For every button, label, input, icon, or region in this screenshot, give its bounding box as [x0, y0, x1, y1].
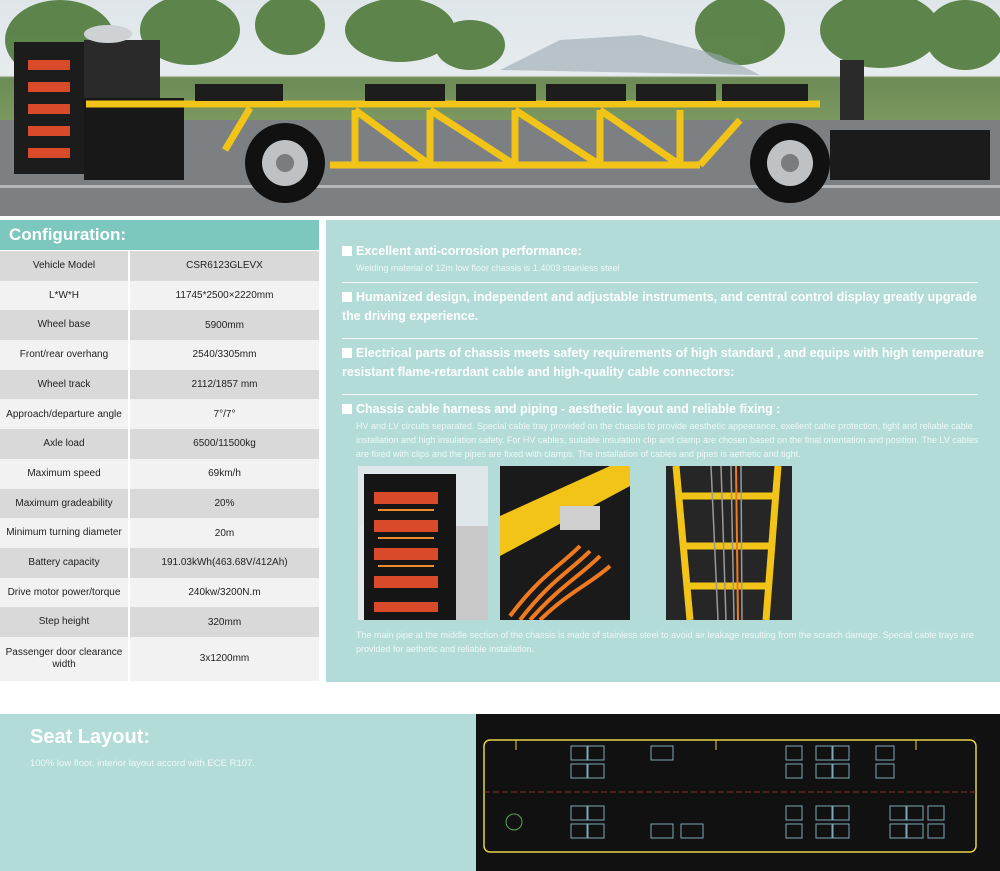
feature-title: Humanized design, independent and adjust…	[342, 290, 977, 323]
spec-label: Front/rear overhang	[0, 340, 128, 370]
seat-plan-drawing	[476, 714, 1000, 871]
page: Configuration: Vehicle Model CSR6123GLEVX…	[0, 0, 1000, 871]
feature-humanized: Humanized design, independent and adjust…	[342, 288, 984, 326]
spec-label: Approach/departure angle	[0, 399, 128, 430]
seat-layout-title: Seat Layout:	[30, 726, 151, 748]
spec-row: Minimum turning diameter 20m	[0, 518, 319, 548]
spec-label: Passenger door clearance width	[0, 636, 128, 681]
spec-label: Step height	[0, 607, 128, 637]
spec-label: Wheel base	[0, 310, 128, 341]
feature-footer-text: The main pipe at the middle section of t…	[356, 630, 974, 654]
spec-row: Battery capacity 191.03kWh(463.68V/412Ah)	[0, 547, 319, 578]
cable-connector-photo	[500, 466, 630, 620]
spec-label: Maximum gradeability	[0, 488, 128, 519]
spec-value: 240kw/3200N.m	[130, 577, 319, 608]
feature-title: Excellent anti-corrosion performance:	[356, 244, 582, 258]
feature-text: Welding material of 12m low floor chassi…	[356, 263, 620, 273]
seat-layout-band: Seat Layout: 100% low floor, interior la…	[0, 714, 1000, 871]
feature-cable-harness: Chassis cable harness and piping - aesth…	[342, 400, 984, 461]
features-panel: Excellent anti-corrosion performance: We…	[326, 220, 1000, 682]
spec-value: 191.03kWh(463.68V/412Ah)	[130, 547, 319, 578]
divider	[342, 394, 978, 395]
spec-label: Maximum speed	[0, 458, 128, 489]
divider	[342, 282, 978, 283]
feature-electrical: Electrical parts of chassis meets safety…	[342, 344, 984, 382]
spec-value: 7°/7°	[130, 399, 319, 430]
feature-text: HV and LV circuits separated. Special ca…	[356, 421, 979, 459]
spec-row: Vehicle Model CSR6123GLEVX	[0, 251, 319, 281]
spec-row: Approach/departure angle 7°/7°	[0, 399, 319, 430]
spec-label: Axle load	[0, 429, 128, 459]
spec-row: L*W*H 11745*2500×2220mm	[0, 280, 319, 311]
spec-row: Passenger door clearance width 3x1200mm	[0, 636, 319, 681]
spec-row: Wheel base 5900mm	[0, 310, 319, 341]
spec-row: Maximum gradeability 20%	[0, 488, 319, 519]
spec-label: Wheel track	[0, 369, 128, 400]
spec-table: Vehicle Model CSR6123GLEVX L*W*H 11745*250…	[0, 251, 319, 681]
spec-value: 69km/h	[130, 458, 319, 489]
spec-value: 2112/1857 mm	[130, 369, 319, 400]
checkbox-icon	[342, 292, 352, 302]
spec-label: L*W*H	[0, 280, 128, 311]
spec-label: Drive motor power/torque	[0, 577, 128, 608]
spec-value: 5900mm	[130, 310, 319, 341]
spec-value: 3x1200mm	[130, 636, 319, 681]
divider	[342, 338, 978, 339]
spec-label: Minimum turning diameter	[0, 518, 128, 548]
checkbox-icon	[342, 246, 352, 256]
feature-title: Chassis cable harness and piping - aesth…	[356, 402, 781, 416]
spec-row: Drive motor power/torque 240kw/3200N.m	[0, 577, 319, 608]
spec-row: Front/rear overhang 2540/3305mm	[0, 340, 319, 370]
spec-value: 20m	[130, 518, 319, 548]
spec-label: Vehicle Model	[0, 251, 128, 281]
spec-value: 11745*2500×2220mm	[130, 280, 319, 311]
spec-value: CSR6123GLEVX	[130, 251, 319, 281]
feature-corrosion: Excellent anti-corrosion performance: We…	[342, 242, 984, 275]
seat-layout-text: 100% low floor, interior layout accord w…	[30, 758, 255, 769]
configuration-title: Configuration:	[0, 220, 319, 250]
chassis-photo	[0, 0, 1000, 216]
spec-label: Battery capacity	[0, 547, 128, 578]
spec-value: 20%	[130, 488, 319, 519]
spec-row: Maximum speed 69km/h	[0, 458, 319, 489]
checkbox-icon	[342, 348, 352, 358]
spec-row: Wheel track 2112/1857 mm	[0, 369, 319, 400]
checkbox-icon	[342, 404, 352, 414]
spec-value: 6500/11500kg	[130, 429, 319, 459]
spec-value: 320mm	[130, 607, 319, 637]
feature-title: Electrical parts of chassis meets safety…	[342, 346, 984, 379]
spec-row: Step height 320mm	[0, 607, 319, 637]
cable-tray-photo	[666, 466, 792, 620]
spec-value: 2540/3305mm	[130, 340, 319, 370]
spec-row: Axle load 6500/11500kg	[0, 429, 319, 459]
battery-rack-photo	[358, 466, 488, 620]
